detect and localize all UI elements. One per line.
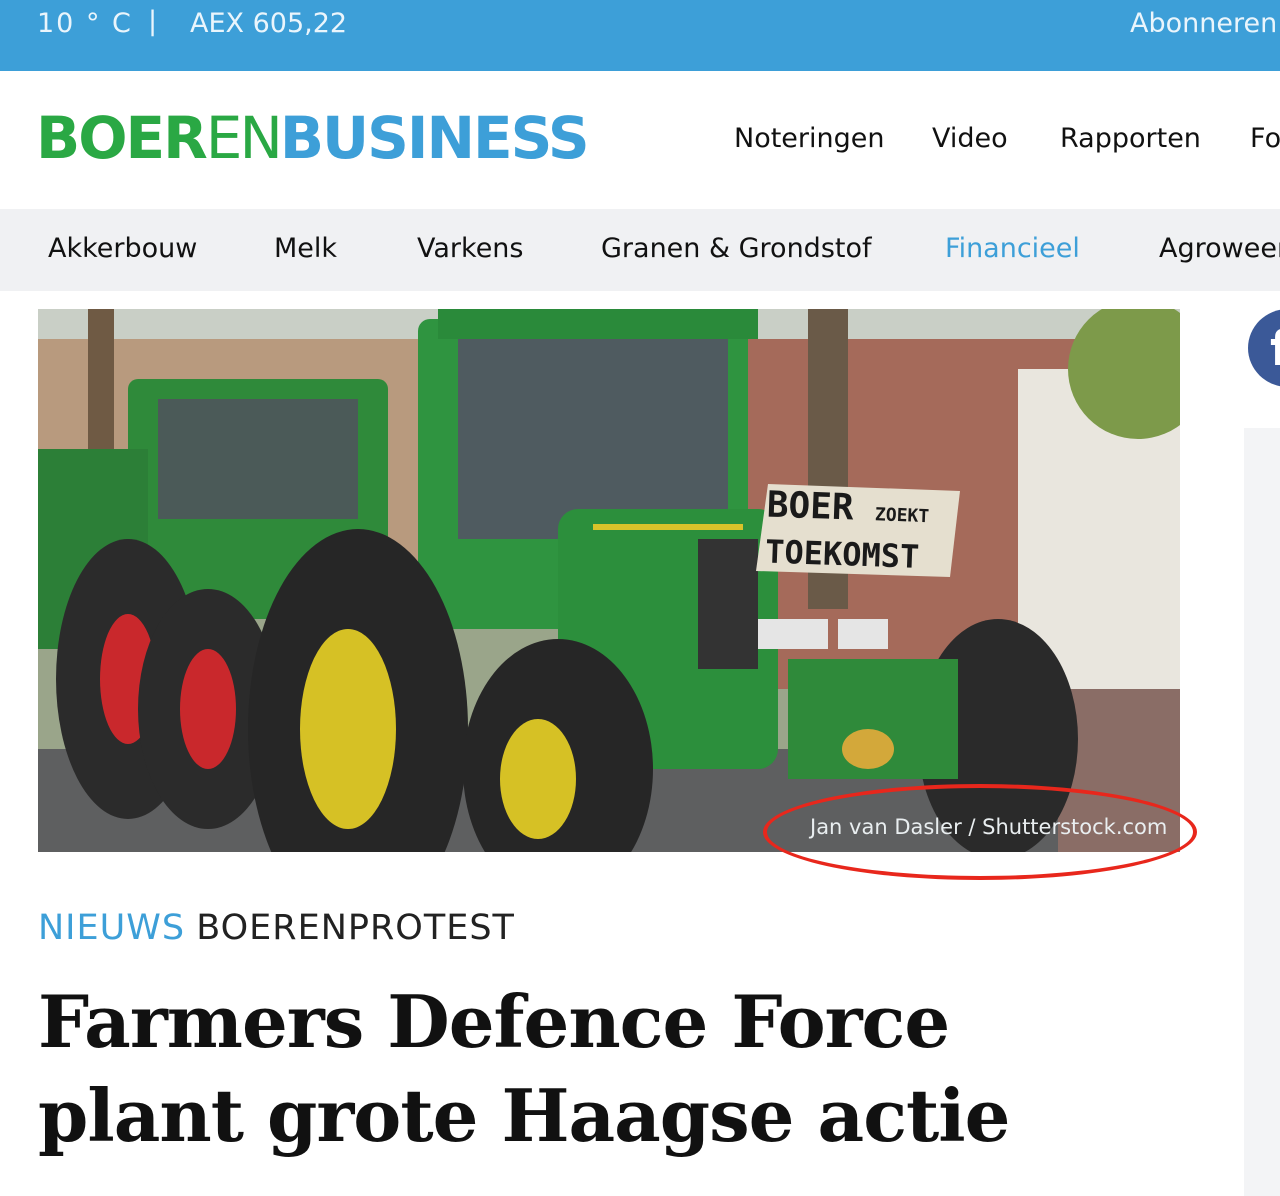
right-sidebar <box>1244 428 1280 1196</box>
cat-varkens[interactable]: Varkens <box>417 233 523 264</box>
nav-noteringen[interactable]: Noteringen <box>734 123 885 154</box>
sign-line-1-small: ZOEKT <box>874 504 930 528</box>
credit-annotation-circle <box>763 784 1197 880</box>
article-title: Farmers Defence Force plant grote Haagse… <box>38 975 1038 1163</box>
cat-melk[interactable]: Melk <box>274 233 337 264</box>
logo-part-boer: BOER <box>36 104 208 172</box>
nav-fo[interactable]: Fo <box>1250 123 1280 154</box>
category-nav: Akkerbouw Melk Varkens Granen & Grondsto… <box>0 209 1280 291</box>
topbar-separator: | <box>148 6 158 37</box>
sign-line-2: TOEKOMST <box>764 532 920 576</box>
title-line-2: plant grote Haagse actie <box>38 1073 1010 1158</box>
cat-financieel[interactable]: Financieel <box>945 233 1080 264</box>
facebook-icon: f <box>1270 321 1280 377</box>
category-label[interactable]: NIEUWS <box>38 908 185 948</box>
logo-part-en: EN <box>205 104 283 172</box>
facebook-share-button[interactable]: f <box>1248 309 1280 387</box>
weather-readout: 10 ° C <box>37 8 133 39</box>
title-line-1: Farmers Defence Force <box>38 979 950 1064</box>
nav-video[interactable]: Video <box>932 123 1008 154</box>
nav-rapporten[interactable]: Rapporten <box>1060 123 1201 154</box>
subscribe-link[interactable]: Abonneren <box>1130 8 1277 39</box>
cat-granen-grondstof[interactable]: Granen & Grondstof <box>601 233 872 264</box>
article-category: NIEUWS BOERENPROTEST <box>38 908 515 948</box>
cat-akkerbouw[interactable]: Akkerbouw <box>48 233 197 264</box>
tractor-photo <box>38 309 1180 852</box>
category-tag[interactable]: BOERENPROTEST <box>196 908 515 948</box>
site-logo[interactable]: BOERENBUSINESS <box>36 109 590 167</box>
logo-part-business: BUSINESS <box>279 104 590 172</box>
top-bar: 10 ° C | AEX 605,22 Abonneren <box>0 0 1280 71</box>
protest-sign: BOER ZOEKT TOEKOMST <box>764 484 968 579</box>
cat-agroweer[interactable]: Agroweer <box>1159 233 1280 264</box>
hero-image: BOER ZOEKT TOEKOMST <box>38 309 1180 852</box>
aex-index[interactable]: AEX 605,22 <box>190 8 347 39</box>
site-header: BOERENBUSINESS Noteringen Video Rapporte… <box>0 71 1280 209</box>
sign-line-1: BOER <box>766 484 855 529</box>
